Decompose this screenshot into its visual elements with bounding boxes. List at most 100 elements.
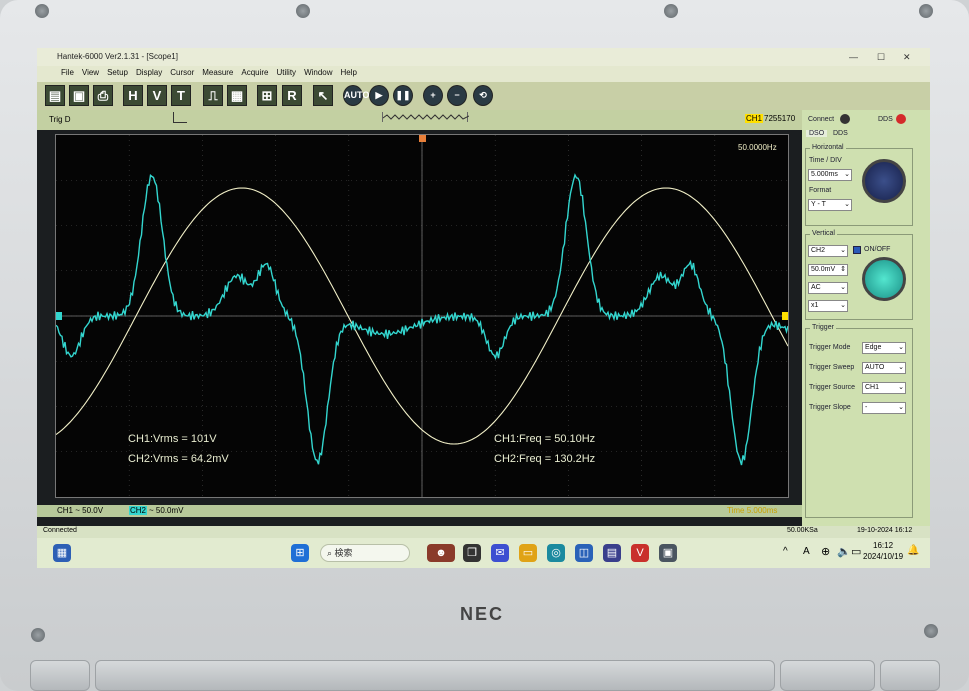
input-language[interactable]: A xyxy=(803,546,810,557)
trigger-slope-label: Trigger Slope xyxy=(809,404,851,411)
ch2-freq-readout: CH2:Freq = 130.2Hz xyxy=(494,453,596,465)
format-select[interactable]: Y - T ⌄ xyxy=(808,199,852,211)
trigger-level-marker xyxy=(782,312,788,320)
menu-acquire[interactable]: Acquire xyxy=(237,66,272,79)
widgets-icon[interactable]: ▦ xyxy=(53,544,71,562)
save-icon[interactable]: ▣ xyxy=(69,85,89,106)
menu-file[interactable]: File xyxy=(37,66,78,79)
measure-icon[interactable]: ▦ xyxy=(227,85,247,106)
pulse-icon[interactable]: ⎍ xyxy=(203,85,223,106)
chevron-down-icon: ⌄ xyxy=(840,302,846,309)
control-panel: Connect DDS DSO DDS Horizontal Time / DI… xyxy=(802,110,930,526)
chevron-down-icon: ⌄ xyxy=(840,247,846,254)
chevron-down-icon: ⌄ xyxy=(844,171,850,178)
horizontal-title: Horizontal xyxy=(810,144,846,151)
menu-measure[interactable]: Measure xyxy=(198,66,237,79)
people-icon[interactable]: ☻ xyxy=(427,544,455,562)
chevron-down-icon: ⌄ xyxy=(898,384,904,391)
connect-indicator-icon xyxy=(840,114,850,124)
format-label: Format xyxy=(809,187,832,194)
zoom-out-icon[interactable]: − xyxy=(447,85,467,106)
hinge xyxy=(95,660,775,691)
trigger-source-select[interactable]: CH1 ⌄ xyxy=(862,382,906,394)
volts-div-value: 50.0mV xyxy=(811,266,836,273)
screw-icon xyxy=(296,4,310,18)
screw-icon xyxy=(35,4,49,18)
ch1-freq-readout: CH1:Freq = 50.10Hz xyxy=(494,433,596,445)
coupling-value: AC xyxy=(811,284,821,291)
task-view-icon[interactable]: ❐ xyxy=(463,544,481,562)
coupling-select[interactable]: AC ⌄ xyxy=(808,282,848,294)
stop-icon[interactable]: ❚❚ xyxy=(393,85,413,106)
chat-icon[interactable]: ✉ xyxy=(491,544,509,562)
trigger-mode-select[interactable]: Edge ⌄ xyxy=(862,342,906,354)
tab-dso[interactable]: DSO xyxy=(806,130,828,137)
vertical-button[interactable]: V xyxy=(147,85,167,106)
onoff-checkbox[interactable] xyxy=(853,246,861,254)
trigger-slope-select[interactable]: - ⌄ xyxy=(862,402,906,414)
menu-cursor[interactable]: Cursor xyxy=(166,66,198,79)
start-icon[interactable]: ⊞ xyxy=(291,544,309,562)
edge-icon[interactable]: ◎ xyxy=(547,544,565,562)
vivaldi-icon[interactable]: V xyxy=(631,544,649,562)
trigger-label: Trig D xyxy=(49,115,71,124)
menu-view[interactable]: View xyxy=(78,66,103,79)
memory-depth-indicator xyxy=(382,112,470,122)
probe-select[interactable]: x1 ⌄ xyxy=(808,300,848,312)
menu-window[interactable]: Window xyxy=(300,66,336,79)
minimize-button[interactable]: — xyxy=(849,48,858,66)
horizontal-group: Horizontal Time / DIV 5.000ms ⌄ Format Y … xyxy=(805,144,913,226)
volts-knob[interactable] xyxy=(862,257,906,301)
chevron-up-icon[interactable]: ^ xyxy=(783,546,788,557)
hinge xyxy=(30,660,90,691)
hantek-app-icon[interactable]: ▣ xyxy=(659,544,677,562)
store-icon[interactable]: ◫ xyxy=(575,544,593,562)
print-icon[interactable]: ⎙ xyxy=(93,85,113,106)
menu-display[interactable]: Display xyxy=(132,66,166,79)
timebase-knob[interactable] xyxy=(862,159,906,203)
menu-utility[interactable]: Utility xyxy=(273,66,301,79)
ch2-vrms-readout: CH2:Vrms = 64.2mV xyxy=(128,453,229,465)
trigger-sweep-select[interactable]: AUTO ⌄ xyxy=(862,362,906,374)
sync-icon[interactable]: ⟲ xyxy=(473,85,493,106)
close-button[interactable]: ✕ xyxy=(903,48,911,66)
title-bar: Hantek-6000 Ver2.1.31 - [Scope1] — ☐ ✕ xyxy=(37,48,930,66)
screw-icon xyxy=(919,4,933,18)
zoom-in-icon[interactable]: + xyxy=(423,85,443,106)
volts-div-stepper[interactable]: 50.0mV ⇕ xyxy=(808,264,848,276)
connect-label: Connect xyxy=(808,116,835,123)
maximize-button[interactable]: ☐ xyxy=(877,48,885,66)
run-icon[interactable]: ▶ xyxy=(369,85,389,106)
network-icon[interactable]: ⊕ xyxy=(821,545,830,558)
file-explorer-icon[interactable]: ▭ xyxy=(519,544,537,562)
battery-icon[interactable]: ▭ xyxy=(851,545,861,558)
taskbar-search[interactable]: ⌕ 検索 xyxy=(320,544,410,562)
trigger-slope-value: - xyxy=(865,404,868,411)
pointer-icon[interactable]: ↖ xyxy=(313,85,333,106)
taskbar-date[interactable]: 2024/10/19 xyxy=(863,552,903,561)
menu-help[interactable]: Help xyxy=(337,66,361,79)
scope-plot[interactable]: CH1:Vrms = 101V CH2:Vrms = 64.2mV CH1:Fr… xyxy=(55,134,789,498)
menu-setup[interactable]: Setup xyxy=(103,66,132,79)
tab-dds[interactable]: DDS xyxy=(830,130,851,137)
trigger-title: Trigger xyxy=(810,324,836,331)
cursor-icon[interactable]: ⊞ xyxy=(257,85,277,106)
calculator-icon[interactable]: ▤ xyxy=(603,544,621,562)
channel-value: CH2 xyxy=(811,247,826,254)
laptop-screen: Hantek-6000 Ver2.1.31 - [Scope1] — ☐ ✕ F… xyxy=(37,48,930,568)
reference-button[interactable]: R xyxy=(282,85,302,106)
menu-bar: File View Setup Display Cursor Measure Acquire… xyxy=(37,66,930,82)
notification-icon[interactable]: 🔔 xyxy=(907,545,919,556)
trigger-button[interactable]: T xyxy=(171,85,191,106)
volume-icon[interactable]: 🔈 xyxy=(837,545,851,558)
chevron-down-icon: ⌄ xyxy=(898,344,904,351)
time-div-select[interactable]: 5.000ms ⌄ xyxy=(808,169,852,181)
trigger-channel-badge: CH1 xyxy=(745,114,764,123)
open-icon[interactable]: ▤ xyxy=(45,85,65,106)
horizontal-button[interactable]: H xyxy=(123,85,143,106)
taskbar-time[interactable]: 16:12 xyxy=(873,541,893,550)
time-div-value: 5.000ms xyxy=(811,171,838,178)
chevron-down-icon: ⌄ xyxy=(898,364,904,371)
auto-button[interactable]: AUTO xyxy=(343,85,369,106)
channel-select[interactable]: CH2 ⌄ xyxy=(808,245,848,257)
